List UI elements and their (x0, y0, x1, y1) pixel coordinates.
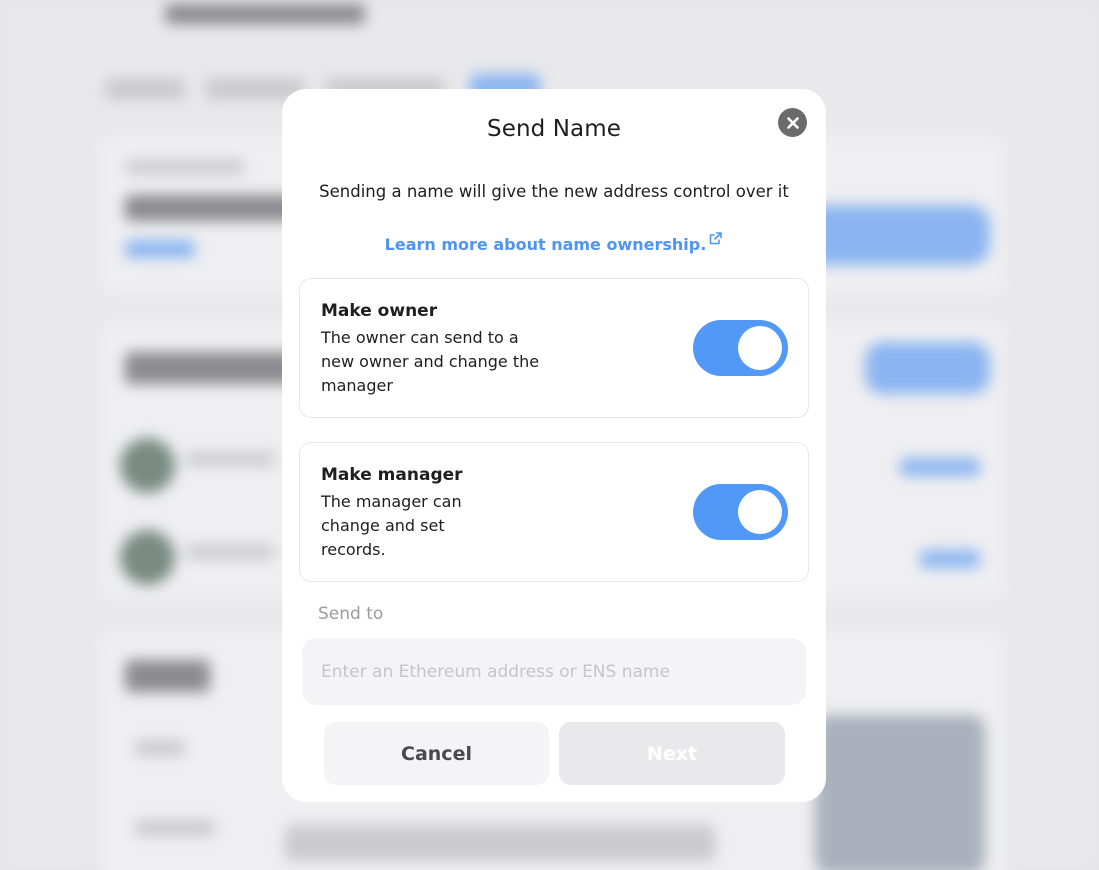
make-manager-description: The manager can change and set records. (321, 490, 462, 562)
make-manager-card: Make manager The manager can change and … (299, 442, 809, 582)
make-owner-card: Make owner The owner can send to a new o… (299, 278, 809, 418)
make-manager-toggle[interactable] (693, 484, 788, 540)
make-owner-desc-line: new owner and change the (321, 352, 540, 371)
external-link-icon (708, 231, 723, 250)
next-button[interactable]: Next (559, 722, 785, 785)
learn-more-link[interactable]: Learn more about name ownership. (282, 231, 826, 254)
make-owner-desc-line: The owner can send to a (321, 328, 519, 347)
close-button[interactable] (778, 108, 807, 137)
make-owner-title: Make owner (321, 301, 438, 321)
toggle-knob (738, 490, 782, 534)
make-owner-description: The owner can send to a new owner and ch… (321, 326, 539, 398)
make-owner-desc-line: manager (321, 376, 393, 395)
send-to-input[interactable] (302, 638, 806, 705)
send-to-label: Send to (318, 604, 384, 624)
make-owner-toggle[interactable] (693, 320, 788, 376)
make-manager-desc-line: change and set (321, 516, 445, 535)
toggle-knob (738, 326, 782, 370)
dialog-title: Send Name (487, 116, 621, 142)
cancel-button[interactable]: Cancel (324, 722, 549, 785)
make-manager-title: Make manager (321, 465, 463, 485)
make-manager-desc-line: The manager can (321, 492, 462, 511)
dialog-subtitle: Sending a name will give the new address… (319, 182, 789, 201)
close-icon (786, 116, 799, 129)
send-name-dialog: Send Name Sending a name will give the n… (282, 89, 826, 802)
make-manager-desc-line: records. (321, 540, 386, 559)
learn-more-link-label: Learn more about name ownership. (384, 235, 707, 254)
